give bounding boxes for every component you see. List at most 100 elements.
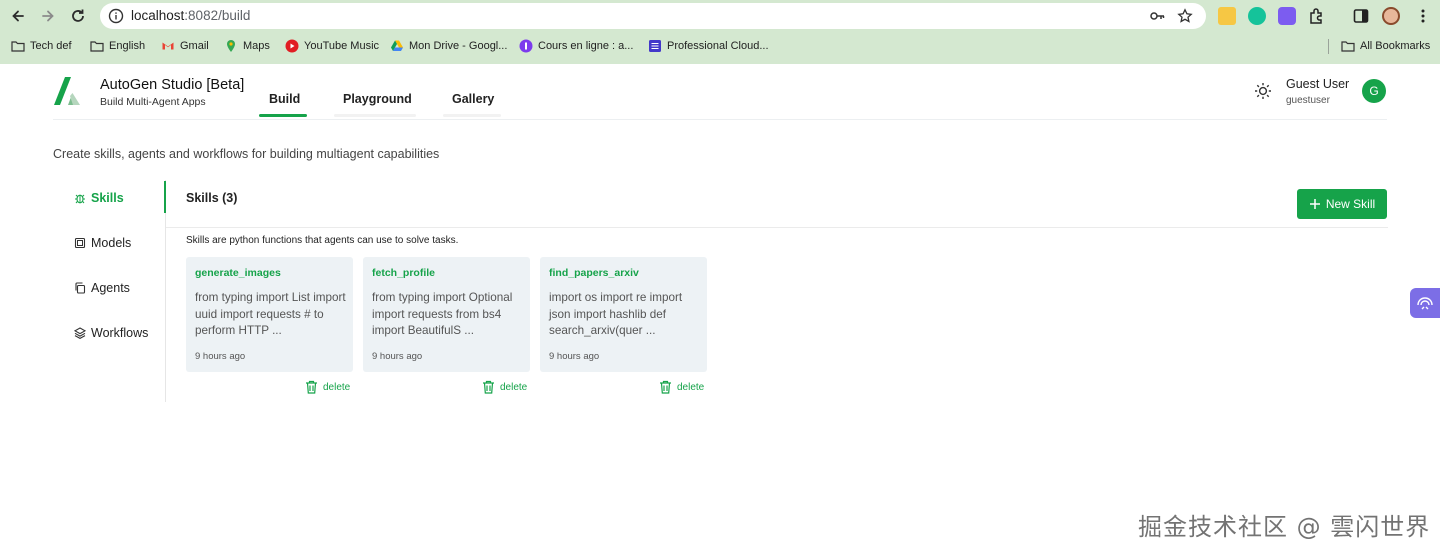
skill-name: fetch_profile: [372, 267, 436, 279]
brain-icon: [1417, 297, 1433, 310]
assistant-widget[interactable]: [1410, 288, 1440, 318]
tab-build[interactable]: Build: [269, 92, 300, 106]
bookmark-english[interactable]: English: [90, 39, 145, 53]
profile-avatar-icon[interactable]: [1382, 7, 1400, 25]
course-icon: [519, 39, 533, 53]
new-skill-button[interactable]: New Skill: [1297, 189, 1387, 219]
section-title: Skills (3): [186, 191, 238, 205]
sidebar-item-label: Workflows: [91, 326, 149, 340]
bookmark-label: English: [109, 40, 146, 52]
key-icon[interactable]: [1149, 8, 1165, 24]
bookmark-label: Tech def: [30, 40, 72, 52]
gmail-icon: [162, 42, 174, 50]
grammarly-icon[interactable]: [1248, 7, 1266, 25]
delete-label: delete: [500, 381, 528, 393]
new-skill-label: New Skill: [1325, 197, 1376, 211]
folder-icon: [1341, 41, 1355, 52]
skill-card[interactable]: find_papers_arxiv import os import re im…: [540, 257, 707, 372]
bookmark-tech-def[interactable]: Tech def: [11, 39, 72, 53]
bookmark-label: Maps: [243, 40, 270, 52]
skill-preview: import os import re import json import h…: [549, 291, 683, 337]
url-path: :8082/build: [184, 8, 251, 23]
all-bookmarks[interactable]: All Bookmarks: [1341, 39, 1430, 53]
cube-icon: [74, 237, 86, 249]
maps-icon: [227, 40, 235, 52]
sun-icon[interactable]: [1254, 82, 1272, 100]
side-panel-icon[interactable]: [1352, 7, 1370, 25]
sidebar-divider: [165, 180, 166, 402]
menu-kebab-icon[interactable]: [1414, 7, 1432, 25]
forward-icon[interactable]: [37, 5, 59, 27]
bookmark-maps[interactable]: Maps: [224, 39, 270, 53]
sidebar-item-models[interactable]: Models: [74, 236, 131, 250]
tab-gallery[interactable]: Gallery: [452, 92, 494, 106]
section-description: Skills are python functions that agents …: [186, 235, 459, 246]
url-text: localhost:8082/build: [131, 8, 250, 23]
extension-yellow-icon[interactable]: [1218, 7, 1236, 25]
extension-purple-icon[interactable]: [1278, 7, 1296, 25]
bookmark-label: Mon Drive - Googl...: [409, 40, 508, 52]
app-title: AutoGen Studio [Beta]: [100, 77, 245, 93]
delete-button[interactable]: delete: [305, 380, 350, 394]
sidebar-item-agents[interactable]: Agents: [74, 281, 130, 295]
browser-chrome: localhost:8082/build Tech def English Gm…: [0, 0, 1440, 64]
bookmarks-separator: [1328, 39, 1329, 54]
app-subtitle: Build Multi-Agent Apps: [100, 96, 206, 108]
bookmark-gmail[interactable]: Gmail: [161, 39, 209, 53]
section-divider: [166, 227, 1388, 228]
address-bar[interactable]: localhost:8082/build: [100, 3, 1206, 29]
skill-preview: from typing import Optional import reque…: [372, 291, 513, 337]
trash-icon: [306, 380, 317, 394]
bookmark-youtube-music[interactable]: YouTube Music: [285, 39, 379, 53]
drive-icon: [391, 40, 403, 51]
sidebar-active-indicator: [164, 181, 166, 213]
url-host: localhost: [131, 8, 185, 23]
delete-button[interactable]: delete: [482, 380, 527, 394]
tab-playground[interactable]: Playground: [343, 92, 412, 106]
app-root: AutoGen Studio [Beta] Build Multi-Agent …: [0, 64, 1440, 541]
delete-label: delete: [323, 381, 351, 393]
bookmark-label: YouTube Music: [304, 40, 380, 52]
plus-icon: [1309, 199, 1320, 209]
skill-name: generate_images: [195, 267, 281, 279]
avatar[interactable]: G: [1362, 79, 1386, 103]
layers-icon: [74, 327, 86, 339]
bookmark-label: Gmail: [180, 40, 209, 52]
copy-icon: [75, 282, 86, 294]
tab-gallery-indicator: [443, 114, 501, 117]
extensions-puzzle-icon[interactable]: [1308, 7, 1326, 25]
reload-icon[interactable]: [67, 5, 89, 27]
bug-icon: [75, 194, 85, 204]
back-icon[interactable]: [7, 5, 29, 27]
header-divider: [53, 119, 1387, 120]
sidebar-item-skills[interactable]: Skills: [74, 191, 124, 205]
bookmark-online-course[interactable]: Cours en ligne : a...: [519, 39, 633, 53]
folder-icon: [90, 41, 104, 52]
skill-card[interactable]: fetch_profile from typing import Optiona…: [363, 257, 530, 372]
skill-timestamp: 9 hours ago: [372, 351, 423, 362]
skill-timestamp: 9 hours ago: [195, 351, 246, 362]
cloud-icon: [649, 40, 661, 52]
delete-label: delete: [677, 381, 705, 393]
user-name: Guest User: [1286, 77, 1350, 91]
page-description: Create skills, agents and workflows for …: [53, 147, 440, 161]
star-icon[interactable]: [1177, 8, 1193, 24]
skill-name: find_papers_arxiv: [549, 267, 639, 279]
bookmark-professional-cloud[interactable]: Professional Cloud...: [648, 39, 769, 53]
sidebar-item-label: Skills: [91, 191, 124, 205]
folder-icon: [11, 41, 25, 52]
delete-button[interactable]: delete: [659, 380, 704, 394]
bookmark-label: Professional Cloud...: [667, 40, 769, 52]
sidebar-item-label: Models: [91, 236, 132, 250]
watermark: 掘金技术社区 @ 雲闪世界: [1138, 513, 1431, 541]
bookmark-label: Cours en ligne : a...: [538, 40, 634, 52]
skill-card[interactable]: generate_images from typing import List …: [186, 257, 353, 372]
site-info-icon[interactable]: [108, 8, 124, 24]
trash-icon: [483, 380, 494, 394]
autogen-logo: [54, 77, 80, 105]
sidebar-item-workflows[interactable]: Workflows: [74, 326, 148, 340]
bookmark-google-drive[interactable]: Mon Drive - Googl...: [390, 39, 507, 53]
skill-preview: from typing import List import uuid impo…: [195, 291, 346, 337]
bookmarks-bar: Tech def English Gmail Maps YouTube Musi…: [0, 36, 1440, 58]
tab-playground-indicator: [334, 114, 416, 117]
